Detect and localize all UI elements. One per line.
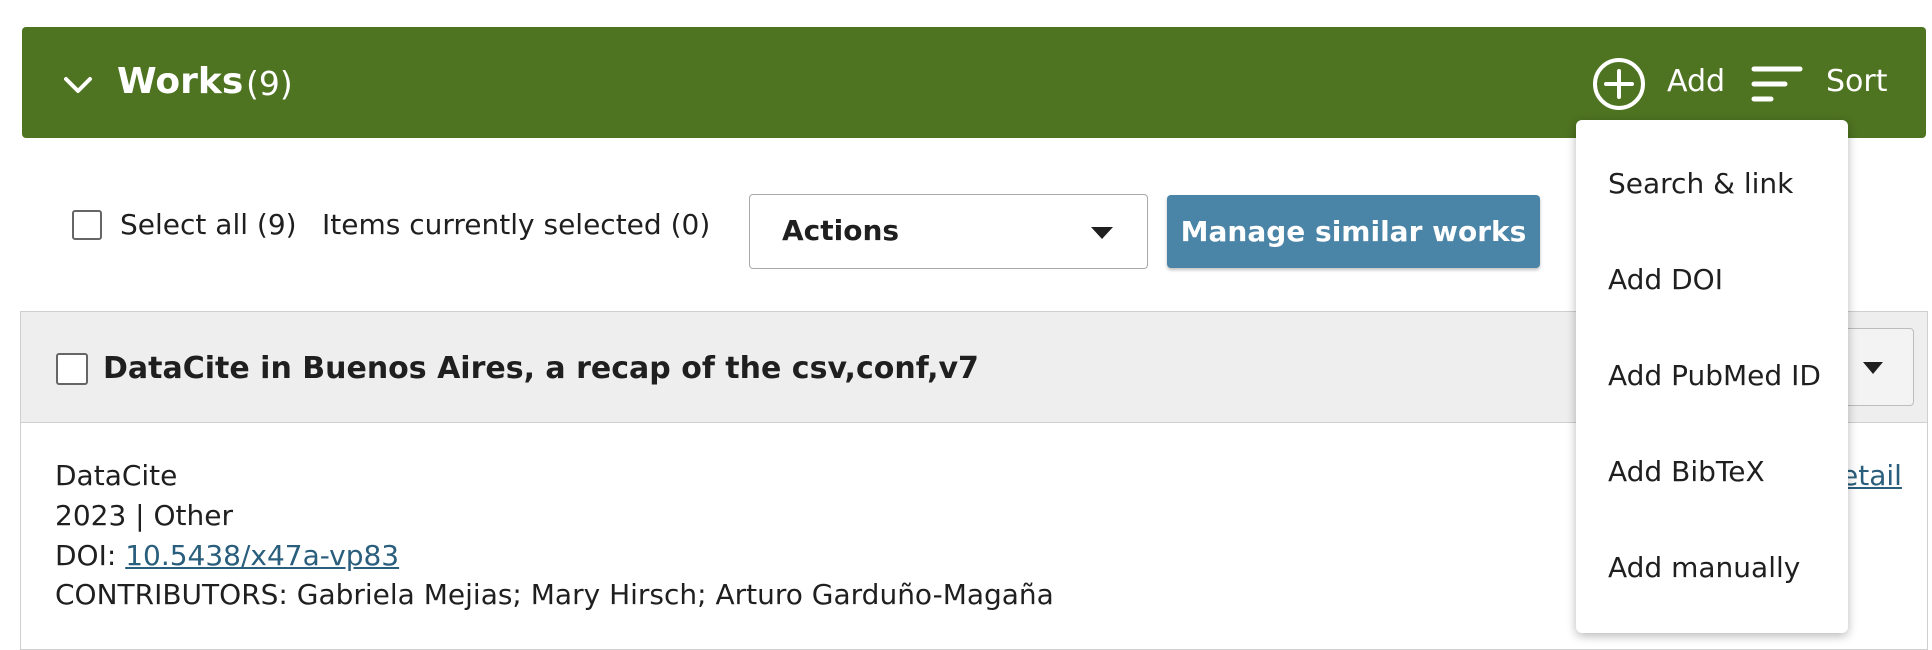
manage-similar-works-button[interactable]: Manage similar works bbox=[1167, 195, 1540, 268]
doi-link[interactable]: 10.5438/x47a-vp83 bbox=[125, 539, 399, 572]
select-all-checkbox[interactable] bbox=[72, 210, 102, 240]
actions-label: Actions bbox=[782, 214, 900, 247]
sort-icon[interactable] bbox=[1751, 64, 1803, 104]
menu-item-add-manually[interactable]: Add manually bbox=[1608, 548, 1800, 588]
add-work-menu: Search & link Add DOI Add PubMed ID Add … bbox=[1576, 120, 1848, 633]
sort-button[interactable]: Sort bbox=[1826, 62, 1888, 102]
doi-prefix: DOI: bbox=[55, 539, 126, 572]
menu-item-add-pubmed-id[interactable]: Add PubMed ID bbox=[1608, 356, 1821, 396]
works-count: (9) bbox=[246, 64, 293, 103]
menu-item-search-link[interactable]: Search & link bbox=[1608, 164, 1793, 204]
caret-down-icon bbox=[1863, 362, 1883, 374]
actions-dropdown[interactable]: Actions bbox=[749, 194, 1148, 269]
menu-item-add-bibtex[interactable]: Add BibTeX bbox=[1608, 452, 1765, 492]
work-doi-line: DOI: 10.5438/x47a-vp83 bbox=[55, 536, 399, 576]
show-details-link[interactable]: etail bbox=[1841, 456, 1902, 496]
work-date-type: 2023 | Other bbox=[55, 499, 233, 532]
add-button[interactable]: Add bbox=[1667, 62, 1725, 102]
work-contributors: CONTRIBUTORS: Gabriela Mejias; Mary Hirs… bbox=[55, 578, 1054, 611]
plus-circle-icon[interactable] bbox=[1591, 56, 1647, 112]
chevron-down-icon[interactable] bbox=[62, 72, 94, 98]
menu-item-add-doi[interactable]: Add DOI bbox=[1608, 260, 1723, 300]
work-title: DataCite in Buenos Aires, a recap of the… bbox=[103, 351, 979, 386]
select-all-label[interactable]: Select all (9) bbox=[120, 206, 297, 244]
works-title: Works bbox=[117, 61, 244, 102]
items-selected-count: Items currently selected (0) bbox=[322, 208, 711, 241]
caret-down-icon bbox=[1091, 227, 1113, 239]
work-checkbox[interactable] bbox=[56, 353, 88, 385]
work-source: DataCite bbox=[55, 459, 178, 492]
